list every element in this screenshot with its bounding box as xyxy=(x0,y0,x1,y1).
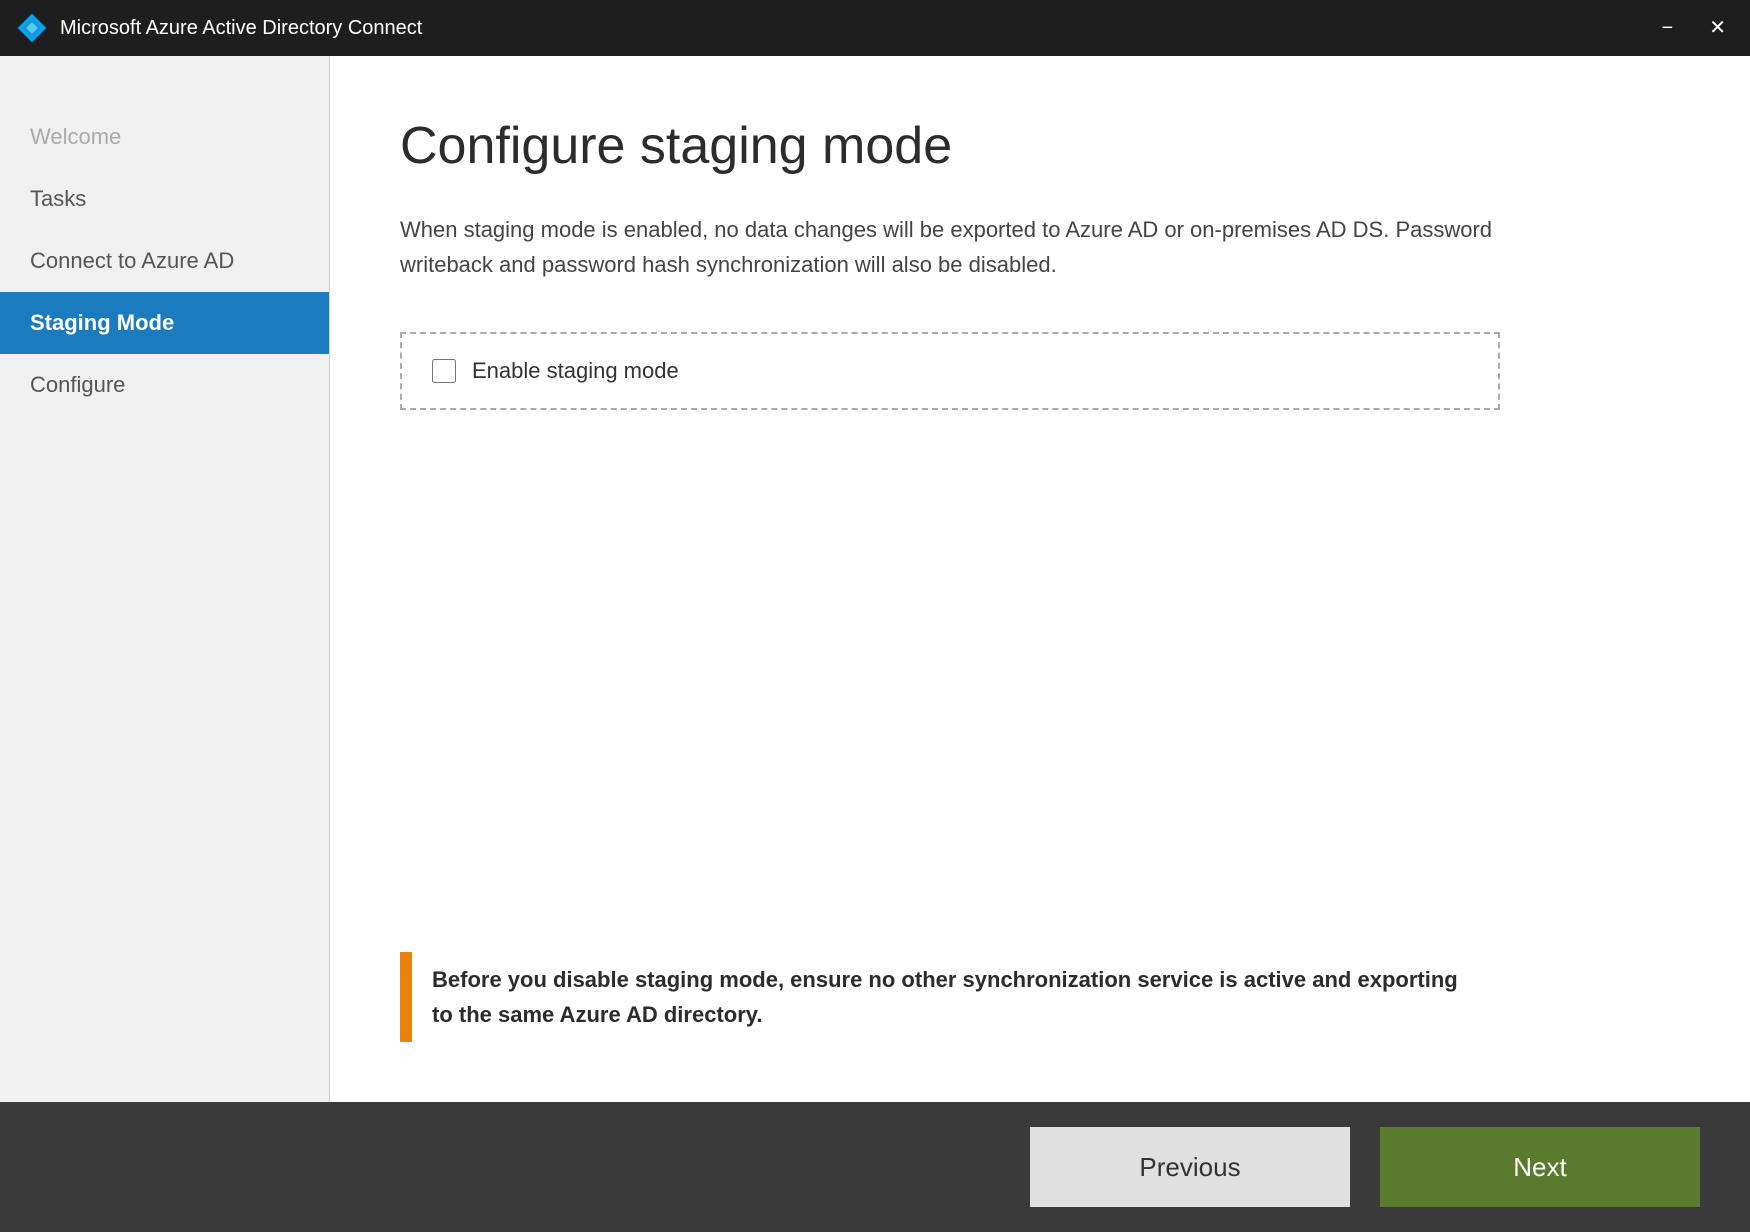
previous-button[interactable]: Previous xyxy=(1030,1127,1350,1207)
sidebar: Welcome Tasks Connect to Azure AD Stagin… xyxy=(0,56,330,1102)
sidebar-item-staging-mode[interactable]: Staging Mode xyxy=(0,292,329,354)
enable-staging-mode-checkbox[interactable] xyxy=(432,359,456,383)
minimize-button[interactable]: − xyxy=(1654,14,1682,42)
next-button[interactable]: Next xyxy=(1380,1127,1700,1207)
footer: Previous Next xyxy=(0,1102,1750,1232)
description-text: When staging mode is enabled, no data ch… xyxy=(400,212,1500,282)
page-title: Configure staging mode xyxy=(400,116,1680,176)
sidebar-item-configure[interactable]: Configure xyxy=(0,354,329,416)
enable-staging-mode-label[interactable]: Enable staging mode xyxy=(472,358,679,384)
sidebar-item-connect-azure-ad[interactable]: Connect to Azure AD xyxy=(0,230,329,292)
azure-logo-icon xyxy=(16,12,48,44)
application-window: Microsoft Azure Active Directory Connect… xyxy=(0,0,1750,1232)
close-button[interactable]: ✕ xyxy=(1701,14,1734,42)
main-content: Welcome Tasks Connect to Azure AD Stagin… xyxy=(0,56,1750,1102)
sidebar-item-welcome[interactable]: Welcome xyxy=(0,106,329,168)
content-panel: Configure staging mode When staging mode… xyxy=(330,56,1750,1102)
window-title: Microsoft Azure Active Directory Connect xyxy=(60,17,1654,40)
sidebar-item-tasks[interactable]: Tasks xyxy=(0,168,329,230)
title-bar: Microsoft Azure Active Directory Connect… xyxy=(0,0,1750,56)
staging-mode-checkbox-container: Enable staging mode xyxy=(400,332,1500,410)
warning-bar-indicator xyxy=(400,952,412,1042)
window-controls: − ✕ xyxy=(1654,14,1734,42)
warning-text: Before you disable staging mode, ensure … xyxy=(412,952,1500,1042)
warning-box: Before you disable staging mode, ensure … xyxy=(400,952,1500,1042)
